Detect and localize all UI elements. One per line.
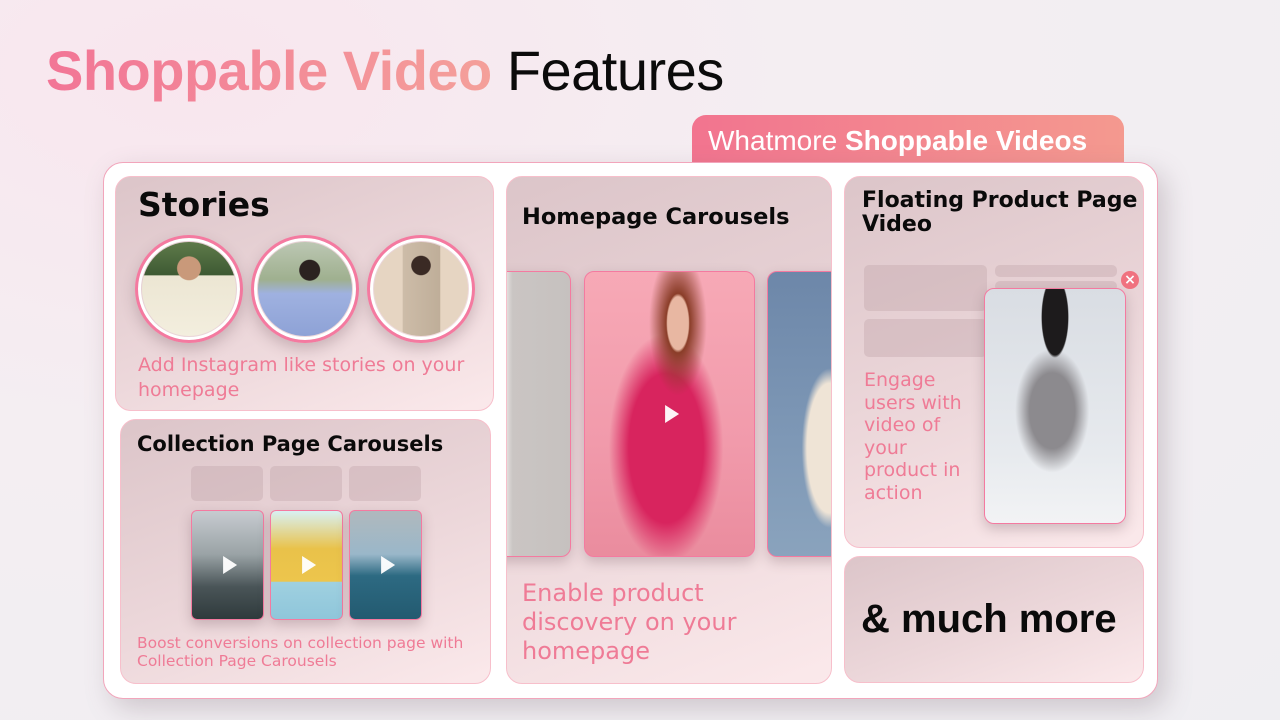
floating-video[interactable] bbox=[984, 288, 1126, 524]
placeholder-line bbox=[995, 265, 1117, 277]
card-title: Homepage Carousels bbox=[522, 204, 790, 230]
feature-card-homepage: Homepage Carousels Enable product discov… bbox=[506, 176, 832, 684]
placeholder-block bbox=[270, 466, 342, 501]
card-title: Floating Product Page Video bbox=[862, 188, 1138, 237]
brand-product: Shoppable Videos bbox=[844, 125, 1088, 156]
play-icon bbox=[664, 405, 679, 423]
story-avatar[interactable] bbox=[251, 235, 359, 343]
card-title: Stories bbox=[138, 185, 270, 224]
play-icon bbox=[380, 556, 395, 574]
placeholder-block bbox=[864, 265, 987, 311]
card-description: Add Instagram like stories on your homep… bbox=[138, 354, 465, 401]
brand-name: Whatmore bbox=[708, 125, 838, 156]
card-title: Collection Page Carousels bbox=[137, 432, 444, 456]
placeholder-block bbox=[349, 466, 421, 501]
video-thumbnail[interactable] bbox=[191, 510, 264, 620]
card-description: Boost conversions on collection page wit… bbox=[137, 634, 464, 670]
video-thumbnail[interactable] bbox=[349, 510, 422, 620]
feature-card-floating: Floating Product Page Video × Engage use… bbox=[844, 176, 1144, 548]
feature-card-collection: Collection Page Carousels Boost conversi… bbox=[120, 419, 491, 684]
video-thumbnail[interactable] bbox=[767, 271, 831, 557]
video-thumbnail[interactable] bbox=[507, 271, 571, 557]
placeholder-block bbox=[191, 466, 263, 501]
close-icon[interactable]: × bbox=[1121, 271, 1139, 289]
story-avatar[interactable] bbox=[367, 235, 475, 343]
play-icon bbox=[222, 556, 237, 574]
story-avatar[interactable] bbox=[135, 235, 243, 343]
feature-card-stories: Stories Add Instagram like stories on yo… bbox=[115, 176, 494, 411]
feature-card-more: & much more bbox=[844, 556, 1144, 683]
card-description: Engage users with video of your product … bbox=[864, 369, 962, 504]
headline-rest: Features bbox=[506, 39, 725, 102]
card-title: & much more bbox=[861, 597, 1117, 641]
page-headline: Shoppable Video Features bbox=[46, 38, 724, 104]
headline-highlight: Shoppable Video bbox=[46, 39, 492, 102]
play-icon bbox=[301, 556, 316, 574]
video-thumbnail[interactable] bbox=[270, 510, 343, 620]
placeholder-block bbox=[864, 319, 987, 357]
card-description: Enable product discovery on your homepag… bbox=[522, 579, 737, 665]
video-thumbnail[interactable] bbox=[584, 271, 755, 557]
